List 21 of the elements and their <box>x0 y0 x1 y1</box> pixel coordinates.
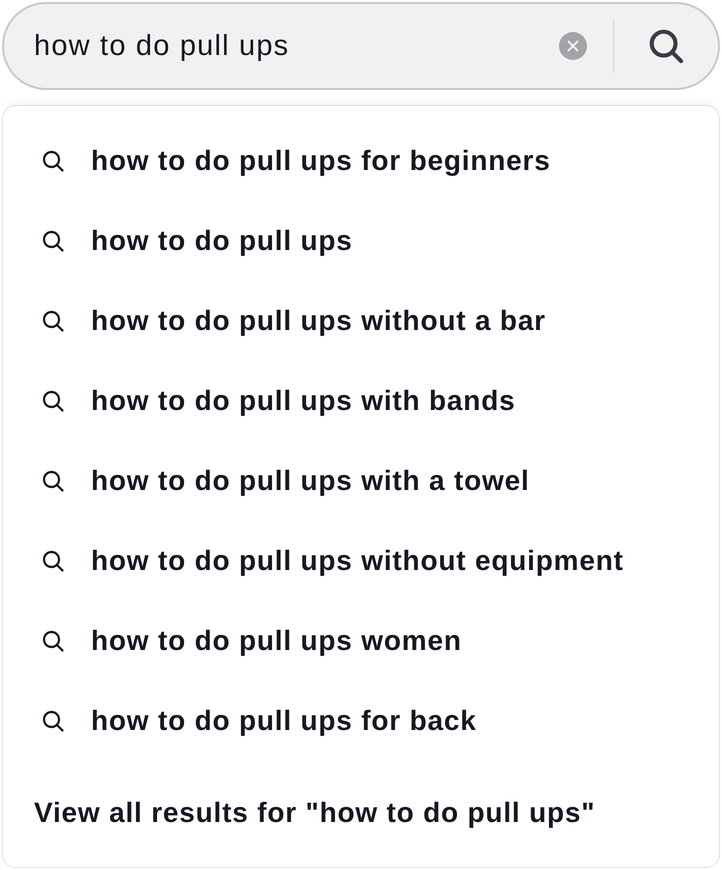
view-all-results-link[interactable]: View all results for "how to do pull ups" <box>3 773 719 853</box>
suggestion-item[interactable]: how to do pull ups with bands <box>3 361 719 441</box>
search-icon <box>41 549 65 573</box>
search-icon <box>41 229 65 253</box>
search-icon <box>41 149 65 173</box>
suggestion-item[interactable]: how to do pull ups women <box>3 601 719 681</box>
suggestion-item[interactable]: how to do pull ups for beginners <box>3 121 719 201</box>
suggestion-item[interactable]: how to do pull ups without equipment <box>3 521 719 601</box>
suggestion-item[interactable]: how to do pull ups with a towel <box>3 441 719 521</box>
search-icon <box>41 469 65 493</box>
clear-icon <box>559 32 587 60</box>
search-field[interactable]: how to do pull ups <box>2 2 720 90</box>
search-icon <box>41 389 65 413</box>
suggestion-item[interactable]: how to do pull ups <box>3 201 719 281</box>
search-input[interactable]: how to do pull ups <box>34 25 549 67</box>
search-icon <box>41 709 65 733</box>
suggestion-item[interactable]: how to do pull ups for back <box>3 681 719 761</box>
suggestion-item[interactable]: how to do pull ups without a bar <box>3 281 719 361</box>
search-icon <box>647 27 685 65</box>
search-icon <box>41 309 65 333</box>
search-icon <box>41 629 65 653</box>
